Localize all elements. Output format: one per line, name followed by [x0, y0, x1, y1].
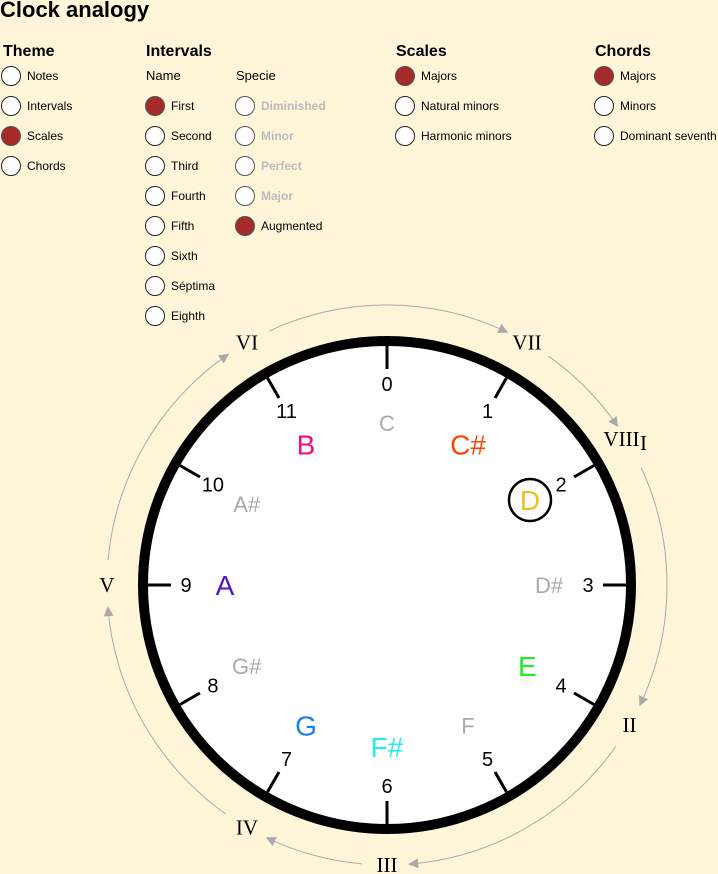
- hour-label: 7: [281, 749, 292, 771]
- hour-label: 8: [207, 676, 218, 698]
- note-label[interactable]: C: [379, 411, 395, 436]
- note-label[interactable]: G#: [232, 654, 262, 679]
- degree-label: VI: [236, 331, 258, 355]
- note-label[interactable]: C#: [450, 430, 486, 461]
- degree-arrow: [265, 837, 362, 865]
- degree-label: V: [99, 573, 114, 597]
- degree-arrow: [639, 467, 668, 707]
- note-label[interactable]: B: [297, 430, 316, 461]
- note-label[interactable]: E: [518, 651, 537, 682]
- degree-label: I: [640, 431, 647, 455]
- hour-label: 0: [381, 374, 392, 396]
- note-label[interactable]: A#: [233, 492, 261, 517]
- hour-label: 6: [381, 776, 392, 798]
- note-label[interactable]: G: [295, 710, 317, 741]
- hour-label: 1: [482, 401, 493, 423]
- note-label[interactable]: F#: [371, 732, 404, 763]
- hour-label: 4: [556, 676, 567, 698]
- degree-arrow: [269, 304, 509, 333]
- note-label[interactable]: F: [461, 713, 474, 738]
- hour-label: 10: [202, 475, 224, 497]
- degree-label: VIII: [603, 427, 639, 451]
- hour-label: 2: [556, 475, 567, 497]
- degree-label: VII: [512, 331, 541, 355]
- note-label[interactable]: A: [216, 570, 235, 601]
- hour-label: 9: [180, 575, 191, 597]
- clock-diagram: IIIIIIIVVVI VIIVIII 0C 1C#2D3D#4E5F6F#7G8G…: [99, 304, 668, 874]
- degree-label: IV: [236, 815, 258, 839]
- note-label[interactable]: D: [520, 485, 540, 516]
- hour-label: 5: [482, 749, 493, 771]
- hour-label: 3: [582, 575, 593, 597]
- hour-label: 11: [276, 401, 297, 423]
- degree-label: II: [622, 713, 636, 737]
- degree-label: III: [377, 853, 398, 874]
- note-label[interactable]: D#: [535, 573, 564, 598]
